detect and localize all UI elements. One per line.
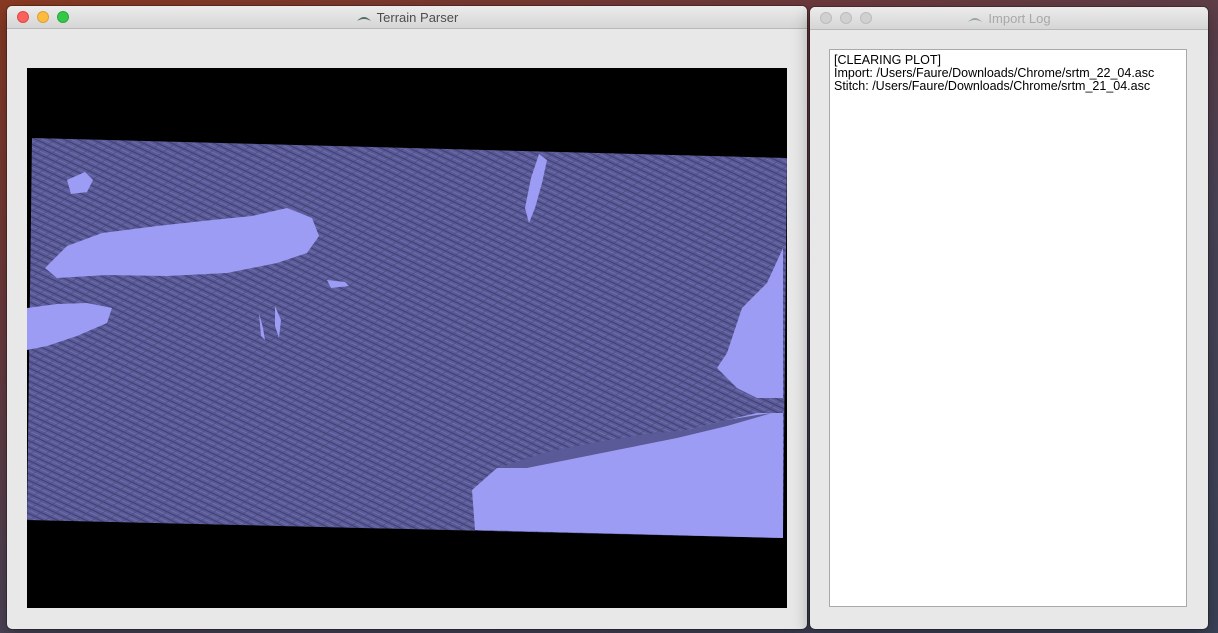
close-button[interactable] [17, 11, 29, 23]
log-line: Stitch: /Users/Faure/Downloads/Chrome/sr… [834, 79, 1151, 93]
window-controls [17, 11, 69, 23]
terrain-parser-window: Terrain Parser [7, 6, 807, 629]
zoom-button[interactable] [57, 11, 69, 23]
zoom-button[interactable] [860, 12, 872, 24]
minimize-button[interactable] [840, 12, 852, 24]
close-button[interactable] [820, 12, 832, 24]
terrain-parser-titlebar[interactable]: Terrain Parser [7, 6, 807, 29]
window-title: Import Log [988, 10, 1051, 26]
import-log-window: Import Log [CLEARING PLOT] Import: /User… [810, 7, 1208, 629]
terrain-map [27, 138, 787, 538]
terrain-app-icon [967, 14, 983, 23]
terrain-plot[interactable] [27, 68, 787, 608]
minimize-button[interactable] [37, 11, 49, 23]
window-title-group: Import Log [967, 10, 1051, 26]
import-log-text[interactable]: [CLEARING PLOT] Import: /Users/Faure/Dow… [829, 49, 1187, 607]
window-controls [820, 12, 872, 24]
window-title-group: Terrain Parser [356, 9, 459, 25]
terrain-app-icon [356, 13, 372, 22]
import-log-titlebar[interactable]: Import Log [810, 7, 1208, 30]
window-title: Terrain Parser [376, 9, 459, 25]
